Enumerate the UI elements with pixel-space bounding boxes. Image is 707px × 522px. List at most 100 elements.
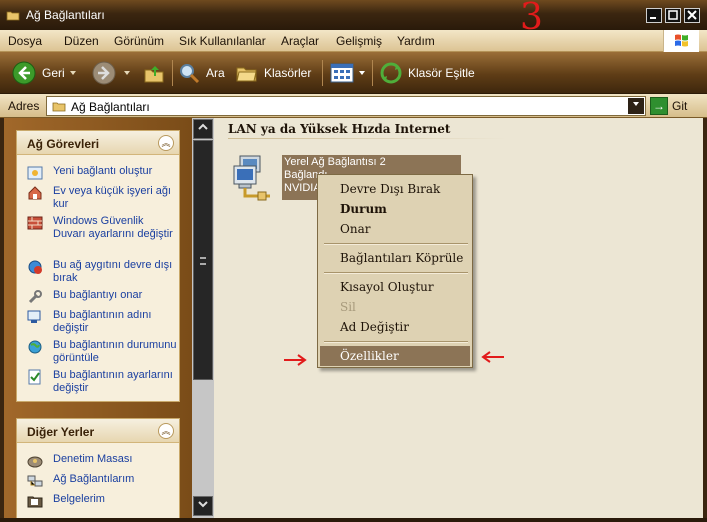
menu-item-delete[interactable]: Sil [320,297,470,317]
address-label: Adres [8,99,40,113]
minimize-button[interactable] [646,8,662,23]
task-label: Windows Güvenlik Duvarı ayarlarını değiş… [53,215,173,240]
network-tasks-panel: Ağ Görevleri ︽ Yeni bağlantı oluştur Ev … [16,130,180,402]
menu-help[interactable]: Yardım [397,34,435,48]
back-button[interactable]: Geri [12,52,65,94]
menu-item-status[interactable]: Durum [320,199,470,219]
up-folder-button[interactable] [143,52,165,94]
menu-tools[interactable]: Araçlar [281,34,319,48]
scroll-up-button[interactable] [193,119,213,139]
scroll-thumb[interactable] [193,140,213,380]
task-pane: Ağ Görevleri ︽ Yeni bağlantı oluştur Ev … [4,118,192,518]
other-places-title: Diğer Yerler [27,425,95,439]
connection-name: Yerel Ağ Bağlantısı 2 [284,156,386,168]
network-tasks-header[interactable]: Ağ Görevleri ︽ [17,131,179,155]
place-label: Ağ Bağlantılarım [53,473,135,485]
views-button[interactable] [330,52,367,94]
vertical-scrollbar[interactable] [192,118,214,518]
chevron-down-icon [359,71,365,75]
folder-sync-label: Klasör Eşitle [408,66,475,80]
chevron-down-icon [198,501,208,508]
forward-button[interactable] [92,52,116,94]
home-network-icon [28,186,42,200]
back-dropdown[interactable] [68,52,78,94]
forward-arrow-icon [92,61,116,85]
task-label: Yeni bağlantı oluştur [53,165,153,177]
menu-item-bridge[interactable]: Bağlantıları Köprüle [320,248,470,268]
menu-bar: Dosya Düzen Görünüm Sık Kullanılanlar Ar… [0,30,707,52]
menu-item-repair[interactable]: Onar [320,219,470,239]
task-label: Bu ağ aygıtını devre dışı bırak [53,259,173,284]
go-button[interactable]: → Git [650,96,687,116]
menu-file[interactable]: Dosya [8,34,42,48]
close-button[interactable] [684,8,700,23]
toolbar-separator [172,60,173,86]
task-label: Ev veya küçük işyeri ağı kur [53,185,171,210]
chevron-down-icon [633,102,639,106]
back-label: Geri [42,66,65,80]
network-tasks-title: Ağ Görevleri [27,137,100,151]
go-arrow-icon: → [650,97,668,115]
window-title: Ağ Bağlantıları [26,8,105,22]
forward-dropdown[interactable] [122,52,132,94]
disable-device-icon [28,260,42,274]
title-bar: Ağ Bağlantıları 3 [0,0,707,36]
up-folder-icon [144,66,164,83]
other-places-header[interactable]: Diğer Yerler ︽ [17,419,179,443]
search-button[interactable]: Ara [178,52,225,94]
firewall-icon [27,216,43,230]
views-icon [330,63,354,83]
address-value: Ağ Bağlantıları [71,100,150,114]
menu-view[interactable]: Görünüm [114,34,164,48]
network-folder-icon [6,11,20,21]
toolbar-separator [322,60,323,86]
collapse-icon[interactable]: ︽ [158,423,174,439]
documents-folder-icon [27,496,43,508]
wrench-icon [28,290,42,304]
menu-separator [324,341,468,343]
group-header: LAN ya da Yüksek Hızda Internet [228,122,451,136]
menu-item-properties[interactable]: Özellikler [320,346,470,366]
scroll-down-button[interactable] [193,496,213,516]
group-divider [228,138,508,139]
search-icon [180,64,200,84]
menu-advanced[interactable]: Gelişmiş [336,34,382,48]
place-label: Denetim Masası [53,453,133,465]
folders-button[interactable]: Klasörler [236,52,311,94]
address-dropdown-button[interactable] [628,98,644,114]
folders-icon [236,67,257,82]
back-arrow-icon [12,61,36,85]
menu-separator [324,243,468,245]
folders-label: Klasörler [264,66,312,80]
menu-item-create-shortcut[interactable]: Kısayol Oluştur [320,277,470,297]
scroll-grip [200,257,206,265]
menu-item-disable[interactable]: Devre Dışı Bırak [320,179,470,199]
folder-sync-button[interactable]: Klasör Eşitle [380,52,475,94]
menu-favorites[interactable]: Sık Kullanılanlar [179,34,266,48]
annotation-arrow-left-icon [481,351,504,363]
task-label: Bu bağlantının adını değiştir [53,309,152,334]
collapse-icon[interactable]: ︽ [158,135,174,151]
context-menu: Devre Dışı Bırak Durum Onar Bağlantıları… [317,174,473,368]
chevron-up-icon [198,123,208,130]
menu-edit[interactable]: Düzen [64,34,99,48]
windows-flag-icon [675,34,688,47]
menu-separator [324,272,468,274]
menu-item-rename[interactable]: Ad Değiştir [320,317,470,337]
maximize-button[interactable] [665,8,681,23]
minimize-icon [650,17,656,19]
status-globe-icon [28,340,42,354]
annotation-arrow-right-icon [284,354,307,366]
network-connection-icon[interactable] [230,154,276,202]
address-input[interactable]: Ağ Bağlantıları [46,96,646,116]
network-places-icon [27,475,43,487]
place-label: Belgelerim [53,493,105,505]
go-label: Git [672,99,688,113]
maximize-icon [668,10,678,20]
window-frame-right [703,118,707,522]
toolbar: Geri Ara Klasörler Klasör Eşitle [0,52,707,94]
control-panel-icon [27,456,43,468]
address-bar: Adres Ağ Bağlantıları → Git [0,94,707,118]
other-places-panel: Diğer Yerler ︽ Denetim Masası Ağ Bağlant… [16,418,180,518]
task-label: Bu bağlantıyı onar [53,289,143,301]
